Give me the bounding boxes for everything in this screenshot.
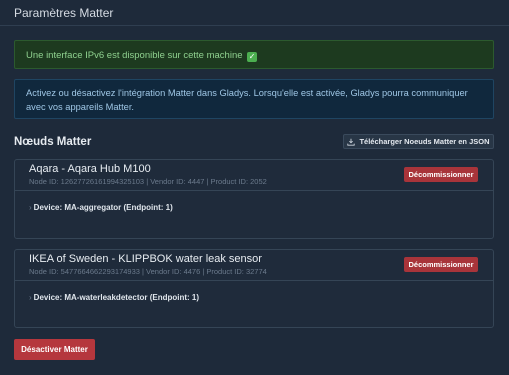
download-icon: [347, 138, 356, 146]
device-row[interactable]: › Device: MA-waterleakdetector (Endpoint:…: [15, 281, 493, 302]
chevron-right-icon: ›: [29, 203, 32, 212]
info-alert: Activez ou désactivez l'intégration Matt…: [14, 79, 494, 119]
deactivate-matter-button[interactable]: Désactiver Matter: [14, 339, 95, 360]
device-row[interactable]: › Device: MA-aggregator (Endpoint: 1): [15, 191, 493, 212]
device-label: Device: MA-aggregator (Endpoint: 1): [33, 203, 173, 212]
download-json-button[interactable]: Télécharger Noeuds Matter en JSON: [343, 134, 494, 149]
chevron-right-icon: ›: [29, 293, 32, 302]
node-card-header: Aqara - Aqara Hub M100 Node ID: 12627726…: [15, 160, 493, 191]
download-json-label: Télécharger Noeuds Matter en JSON: [359, 137, 490, 146]
node-card-header: IKEA of Sweden - KLIPPBOK water leak sen…: [15, 250, 493, 281]
decommission-button[interactable]: Décommissionner: [404, 167, 478, 182]
node-card: IKEA of Sweden - KLIPPBOK water leak sen…: [14, 249, 494, 328]
decommission-button[interactable]: Décommissionner: [404, 257, 478, 272]
nodes-section-title: Nœuds Matter: [14, 136, 92, 148]
ipv6-alert-text: Une interface IPv6 est disponible sur ce…: [26, 50, 243, 61]
page-title: Paramètres Matter: [0, 0, 509, 26]
device-label: Device: MA-waterleakdetector (Endpoint: …: [33, 293, 200, 302]
check-mark-icon: ✓: [247, 52, 258, 62]
node-card: Aqara - Aqara Hub M100 Node ID: 12627726…: [14, 159, 494, 239]
ipv6-alert: Une interface IPv6 est disponible sur ce…: [14, 40, 494, 69]
